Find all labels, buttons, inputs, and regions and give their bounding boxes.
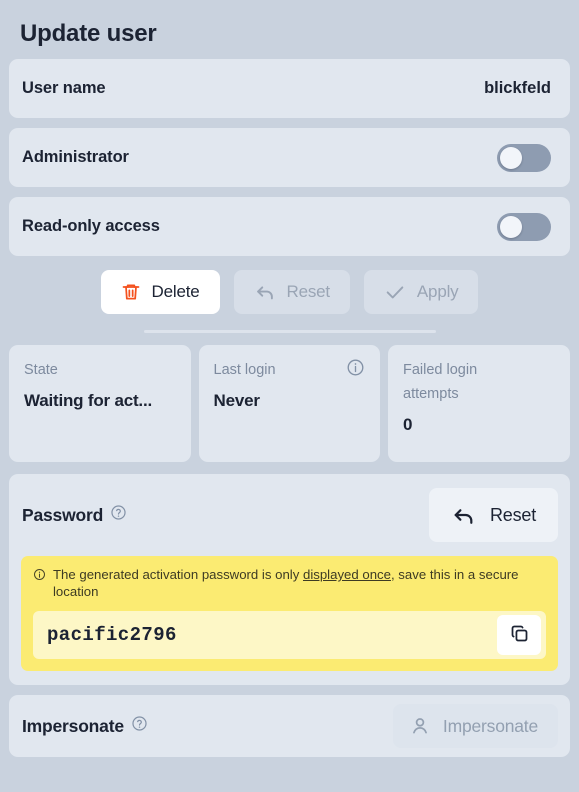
warning-underlined: displayed once bbox=[302, 567, 391, 582]
info-icon bbox=[33, 568, 46, 585]
user-name-row: User name blickfeld bbox=[9, 59, 570, 118]
stat-value: Waiting for act... bbox=[24, 391, 152, 410]
impersonate-card: Impersonate Impersonate bbox=[9, 695, 570, 757]
toggle-knob bbox=[500, 215, 522, 238]
administrator-row: Administrator bbox=[9, 128, 570, 187]
check-icon bbox=[384, 281, 406, 303]
password-title: Password bbox=[22, 504, 104, 525]
toggle-knob bbox=[500, 146, 522, 169]
trash-icon bbox=[121, 282, 141, 302]
undo-arrow-icon bbox=[451, 503, 476, 528]
administrator-toggle[interactable] bbox=[497, 143, 551, 172]
help-circle-icon[interactable] bbox=[131, 715, 148, 737]
delete-button-label: Delete bbox=[151, 282, 200, 301]
stat-label: Failed login attempts bbox=[403, 362, 478, 402]
stat-card-failed-login-attempts: Failed login attempts 0 bbox=[388, 345, 570, 462]
action-button-row: Delete Reset Apply bbox=[9, 270, 570, 314]
stat-card-last-login: Last login Never bbox=[198, 345, 380, 462]
user-name-value: blickfeld bbox=[484, 79, 551, 97]
password-value: pacific2796 bbox=[47, 624, 177, 646]
stat-card-state: State Waiting for act... bbox=[9, 345, 191, 462]
info-icon[interactable] bbox=[346, 358, 365, 382]
password-warning-text: The generated activation password is onl… bbox=[33, 566, 546, 600]
section-divider-wrap bbox=[9, 330, 570, 333]
page-title: Update user bbox=[20, 20, 157, 47]
update-user-page: Update user User name blickfeld Administ… bbox=[0, 0, 579, 792]
apply-button[interactable]: Apply bbox=[363, 270, 479, 314]
read-only-access-row: Read-only access bbox=[9, 197, 570, 256]
stat-card-header: Last login bbox=[214, 358, 366, 382]
read-only-access-toggle[interactable] bbox=[497, 212, 551, 241]
section-divider bbox=[143, 330, 436, 333]
stat-card-header: Failed login attempts bbox=[403, 358, 555, 406]
administrator-label: Administrator bbox=[22, 148, 129, 166]
impersonate-title-wrap: Impersonate bbox=[22, 715, 148, 737]
password-warning-sentence: The generated activation password is onl… bbox=[53, 566, 540, 600]
impersonate-title: Impersonate bbox=[22, 715, 124, 736]
apply-button-label: Apply bbox=[416, 282, 459, 301]
stat-value: Never bbox=[213, 391, 260, 410]
help-circle-icon[interactable] bbox=[110, 504, 127, 526]
stat-card-header: State bbox=[24, 358, 176, 382]
password-card: Password Reset The generated activation … bbox=[9, 474, 570, 685]
stat-label: Last login bbox=[213, 362, 276, 378]
impersonate-button[interactable]: Impersonate bbox=[392, 704, 558, 748]
password-header: Password Reset bbox=[21, 488, 558, 542]
delete-button[interactable]: Delete bbox=[100, 270, 220, 314]
stat-card-row: State Waiting for act... Last login Neve… bbox=[9, 345, 570, 462]
password-warning-banner: The generated activation password is onl… bbox=[21, 556, 558, 671]
password-reset-button[interactable]: Reset bbox=[428, 488, 558, 542]
impersonate-button-label: Impersonate bbox=[442, 715, 538, 736]
reset-button[interactable]: Reset bbox=[233, 270, 350, 314]
user-icon bbox=[409, 715, 431, 737]
copy-icon bbox=[509, 623, 530, 647]
stat-value: 0 bbox=[403, 415, 413, 434]
password-value-field: pacific2796 bbox=[33, 611, 546, 659]
undo-arrow-icon bbox=[254, 281, 276, 303]
copy-password-button[interactable] bbox=[497, 615, 541, 655]
user-name-label: User name bbox=[22, 79, 106, 97]
stat-label: State bbox=[24, 362, 58, 378]
reset-button-label: Reset bbox=[286, 282, 331, 301]
read-only-access-label: Read-only access bbox=[22, 217, 160, 235]
password-title-wrap: Password bbox=[22, 504, 127, 526]
warning-prefix: The generated activation password is onl… bbox=[53, 567, 303, 582]
password-reset-label: Reset bbox=[489, 504, 536, 525]
